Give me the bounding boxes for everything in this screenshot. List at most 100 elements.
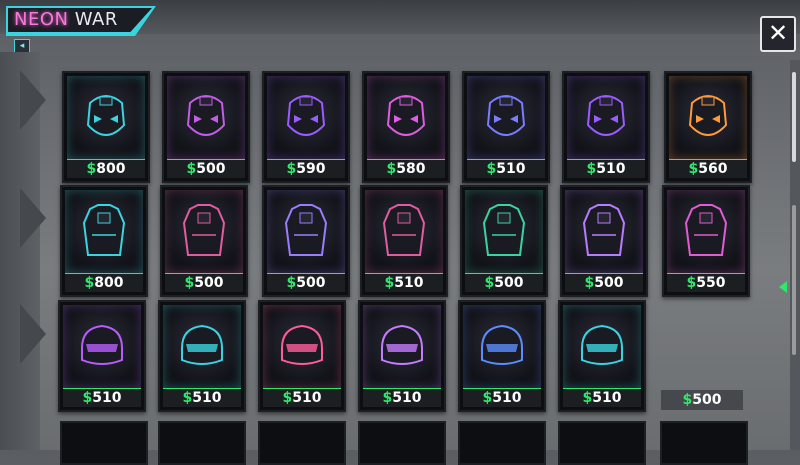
currency-symbol: $: [586, 161, 597, 177]
price-value: 510: [192, 390, 222, 406]
price-value: 510: [596, 161, 626, 177]
item-card[interactable]: $500: [162, 71, 250, 183]
partial-card[interactable]: [258, 421, 346, 465]
item-price: $500: [165, 273, 243, 292]
item-card[interactable]: $510: [458, 300, 546, 412]
scroll-right-arrow-icon[interactable]: [779, 281, 787, 293]
price-value: 500: [196, 161, 226, 177]
item-card[interactable]: $500: [460, 185, 548, 297]
scrollbar-track[interactable]: [792, 205, 796, 355]
item-card[interactable]: $510: [158, 300, 246, 412]
currency-symbol: $: [584, 275, 595, 291]
price-value: 510: [394, 275, 424, 291]
item-price: $510: [463, 388, 541, 407]
price-value: 800: [96, 161, 126, 177]
partial-card[interactable]: [158, 421, 246, 465]
price-value: 580: [396, 161, 426, 177]
vest-icon: [165, 190, 243, 273]
item-card[interactable]: $500: [160, 185, 248, 297]
vest-icon: [365, 190, 443, 273]
item-card[interactable]: $800: [62, 71, 150, 183]
price-value: 550: [696, 275, 726, 291]
item-card[interactable]: $550: [662, 185, 750, 297]
vest-icon: [65, 190, 143, 273]
item-price: $510: [63, 388, 141, 407]
currency-symbol: $: [86, 161, 97, 177]
vest-icon: [667, 190, 745, 273]
item-card[interactable]: $510: [58, 300, 146, 412]
item-card[interactable]: $510: [558, 300, 646, 412]
currency-symbol: $: [286, 275, 297, 291]
visor-icon: [163, 305, 241, 388]
item-card[interactable]: $500: [262, 185, 350, 297]
price-value: 560: [698, 161, 728, 177]
speaker-icon[interactable]: ◂: [14, 39, 30, 53]
helmet-icon: [167, 76, 245, 159]
partial-card[interactable]: [558, 421, 646, 465]
currency-symbol: $: [382, 390, 393, 406]
item-price: $510: [567, 159, 645, 178]
vest-icon: [465, 190, 543, 273]
price-value: 500: [194, 275, 224, 291]
title-word-neon: NEON: [14, 9, 69, 30]
partial-card[interactable]: [660, 421, 748, 465]
price-value: 590: [296, 161, 326, 177]
vest-icon: [565, 190, 643, 273]
partial-card[interactable]: [458, 421, 546, 465]
item-price: $510: [563, 388, 641, 407]
item-price: $550: [667, 273, 745, 292]
item-card[interactable]: $560: [664, 71, 752, 183]
item-price: $500: [465, 273, 543, 292]
currency-symbol: $: [186, 161, 197, 177]
partial-card[interactable]: [358, 421, 446, 465]
visor-icon: [363, 305, 441, 388]
item-card[interactable]: $590: [262, 71, 350, 183]
visor-icon: [463, 305, 541, 388]
scrollbar-thumb[interactable]: [792, 72, 796, 162]
currency-symbol: $: [82, 390, 93, 406]
item-card[interactable]: $800: [60, 185, 148, 297]
item-card[interactable]: $510: [562, 71, 650, 183]
price-value: 510: [92, 390, 122, 406]
close-button[interactable]: ✕: [760, 16, 796, 52]
item-card[interactable]: $500: [560, 185, 648, 297]
item-card[interactable]: $510: [360, 185, 448, 297]
item-price: $500: [565, 273, 643, 292]
helmet-icon: [669, 76, 747, 159]
currency-symbol: $: [686, 275, 697, 291]
helmet-icon: [367, 76, 445, 159]
currency-symbol: $: [482, 390, 493, 406]
visor-icon: [263, 305, 341, 388]
helmet-icon: [567, 76, 645, 159]
price-value: 510: [492, 390, 522, 406]
currency-symbol: $: [286, 161, 297, 177]
price-value: 500: [296, 275, 326, 291]
currency-symbol: $: [484, 275, 495, 291]
item-price: $500: [267, 273, 345, 292]
price-value: 500: [494, 275, 524, 291]
item-price: $510: [163, 388, 241, 407]
price-value: 500: [594, 275, 624, 291]
item-price: $580: [367, 159, 445, 178]
item-card[interactable]: $580: [362, 71, 450, 183]
item-card[interactable]: $510: [358, 300, 446, 412]
currency-symbol: $: [282, 390, 293, 406]
item-price: $590: [267, 159, 345, 178]
item-price: $510: [263, 388, 341, 407]
rail-chevron: [20, 188, 46, 248]
empty-slot-price[interactable]: $500: [661, 390, 743, 410]
vest-icon: [267, 190, 345, 273]
item-price: $800: [67, 159, 145, 178]
currency-symbol: $: [384, 275, 395, 291]
item-price: $500: [167, 159, 245, 178]
rail-chevron: [20, 70, 46, 130]
currency-symbol: $: [184, 275, 195, 291]
price-value: 510: [392, 390, 422, 406]
partial-card[interactable]: [60, 421, 148, 465]
item-card[interactable]: $510: [462, 71, 550, 183]
price-value: 510: [292, 390, 322, 406]
currency-symbol: $: [182, 390, 193, 406]
game-title: NEON WAR: [14, 9, 118, 30]
item-card[interactable]: $510: [258, 300, 346, 412]
left-side-rail: [0, 52, 46, 450]
